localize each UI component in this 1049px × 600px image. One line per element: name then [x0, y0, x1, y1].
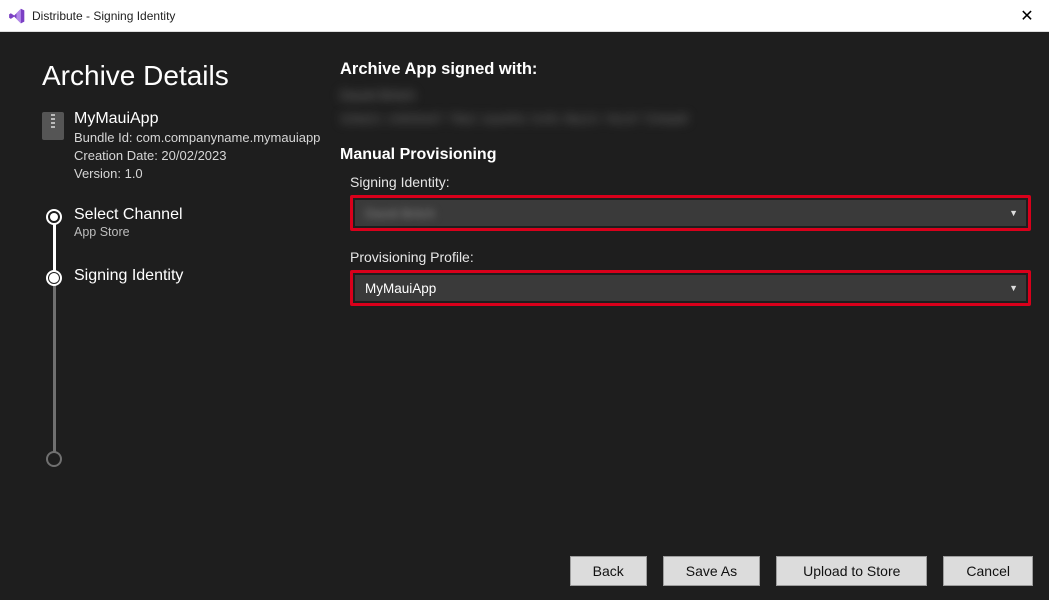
provisioning-profile-value: MyMauiApp [365, 281, 436, 296]
step-label: Signing Identity [74, 267, 183, 285]
wizard-steps: Select Channel App Store Signing Identit… [42, 206, 320, 467]
step-label: Select Channel [74, 206, 183, 224]
provisioning-profile-dropdown[interactable]: MyMauiApp ▼ [355, 275, 1026, 301]
visual-studio-icon [8, 7, 26, 25]
signed-with-detail: 328d21 10830e67 76b2 1da4f41 f14f1 f8a13… [340, 110, 1031, 128]
step-future [46, 448, 320, 467]
close-button[interactable]: ✕ [1013, 2, 1041, 30]
step-sublabel: App Store [74, 225, 183, 239]
app-info: MyMauiApp Bundle Id: com.companyname.mym… [42, 110, 320, 184]
step-select-channel[interactable]: Select Channel App Store [46, 206, 320, 239]
footer-buttons: Back Save As Upload to Store Cancel [0, 544, 1049, 600]
signing-identity-dropdown[interactable]: David Britch ▼ [355, 200, 1026, 226]
titlebar: Distribute - Signing Identity ✕ [0, 0, 1049, 32]
dialog-body: Archive Details MyMauiApp Bundle Id: com… [0, 32, 1049, 600]
signing-identity-value: David Britch [365, 206, 435, 221]
chevron-down-icon: ▼ [1009, 283, 1018, 293]
left-panel: Archive Details MyMauiApp Bundle Id: com… [0, 32, 340, 544]
creation-date-line: Creation Date: 20/02/2023 [74, 147, 320, 165]
upload-to-store-button[interactable]: Upload to Store [776, 556, 927, 586]
chevron-down-icon: ▼ [1009, 208, 1018, 218]
window-title: Distribute - Signing Identity [32, 9, 1013, 23]
signing-identity-label: Signing Identity: [350, 174, 1031, 190]
right-panel: Archive App signed with: David Britch 32… [340, 32, 1049, 544]
signed-with-name: David Britch [340, 85, 1031, 106]
provisioning-profile-label: Provisioning Profile: [350, 249, 1031, 265]
save-as-button[interactable]: Save As [663, 556, 760, 586]
step-signing-identity[interactable]: Signing Identity [46, 267, 320, 286]
step-dot-completed-icon [46, 209, 62, 225]
step-dot-current-icon [46, 270, 62, 286]
cancel-button[interactable]: Cancel [943, 556, 1033, 586]
dialog-window: Distribute - Signing Identity ✕ Archive … [0, 0, 1049, 600]
archive-icon [42, 112, 64, 140]
step-dot-future-icon [46, 451, 62, 467]
archive-details-heading: Archive Details [42, 60, 320, 92]
bundle-id-line: Bundle Id: com.companyname.mymauiapp [74, 129, 320, 147]
manual-provisioning-title: Manual Provisioning [340, 146, 1031, 164]
signing-identity-highlight: David Britch ▼ [350, 195, 1031, 231]
provisioning-profile-highlight: MyMauiApp ▼ [350, 270, 1031, 306]
signed-with-title: Archive App signed with: [340, 60, 1031, 79]
version-line: Version: 1.0 [74, 165, 320, 183]
back-button[interactable]: Back [570, 556, 647, 586]
app-name: MyMauiApp [74, 110, 320, 128]
